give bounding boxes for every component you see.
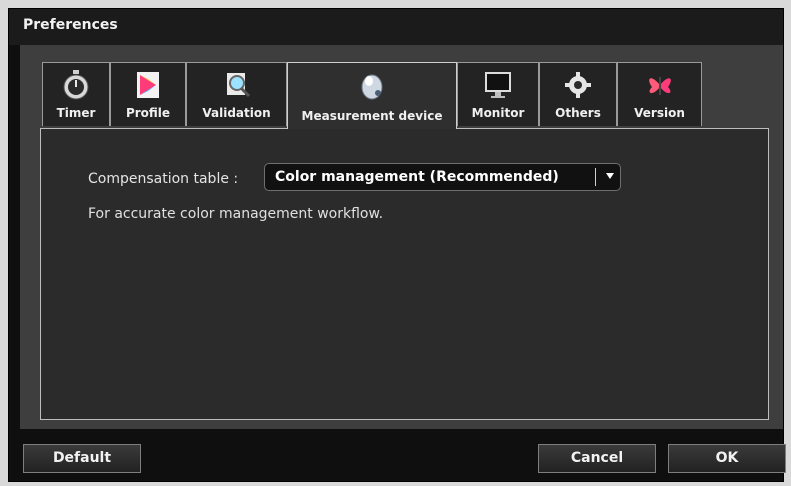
chevron-down-icon xyxy=(606,173,614,179)
tab-timer[interactable]: Timer xyxy=(42,62,110,126)
default-button[interactable]: Default xyxy=(23,444,141,473)
tab-label: Profile xyxy=(125,106,171,120)
description-text: For accurate color management workflow. xyxy=(88,206,384,222)
window-title: Preferences xyxy=(23,17,118,33)
tab-others[interactable]: Others xyxy=(539,62,617,126)
dropdown-separator xyxy=(595,168,596,186)
profile-color-icon xyxy=(132,69,164,101)
cancel-button[interactable]: Cancel xyxy=(538,444,656,473)
tab-label: Validation xyxy=(202,106,271,120)
butterfly-icon xyxy=(644,69,676,101)
compensation-table-label: Compensation table : xyxy=(88,171,239,187)
validation-magnifier-icon xyxy=(221,69,253,101)
tab-measurement-device[interactable]: Measurement device xyxy=(287,62,457,129)
compensation-table-dropdown[interactable]: Color management (Recommended) xyxy=(264,163,621,191)
tab-label: Others xyxy=(555,106,601,120)
tab-label: Measurement device xyxy=(301,109,443,123)
tab-profile[interactable]: Profile xyxy=(110,62,186,126)
title-bar: Preferences xyxy=(9,9,783,45)
monitor-icon xyxy=(482,69,514,101)
tab-label: Version xyxy=(634,106,685,120)
ok-button[interactable]: OK xyxy=(668,444,786,473)
stopwatch-icon xyxy=(60,69,92,101)
gear-icon xyxy=(562,69,594,101)
measurement-device-panel: Compensation table : Color management (R… xyxy=(40,128,769,420)
dropdown-selected-value: Color management (Recommended) xyxy=(275,169,559,185)
preferences-window: Preferences Timer Profile Validation Mea… xyxy=(8,8,786,482)
tab-label: Monitor xyxy=(471,106,525,120)
tab-validation[interactable]: Validation xyxy=(186,62,287,126)
tab-version[interactable]: Version xyxy=(617,62,702,126)
tab-label: Timer xyxy=(56,106,96,120)
tab-monitor[interactable]: Monitor xyxy=(457,62,539,126)
measurement-device-icon xyxy=(356,69,388,101)
